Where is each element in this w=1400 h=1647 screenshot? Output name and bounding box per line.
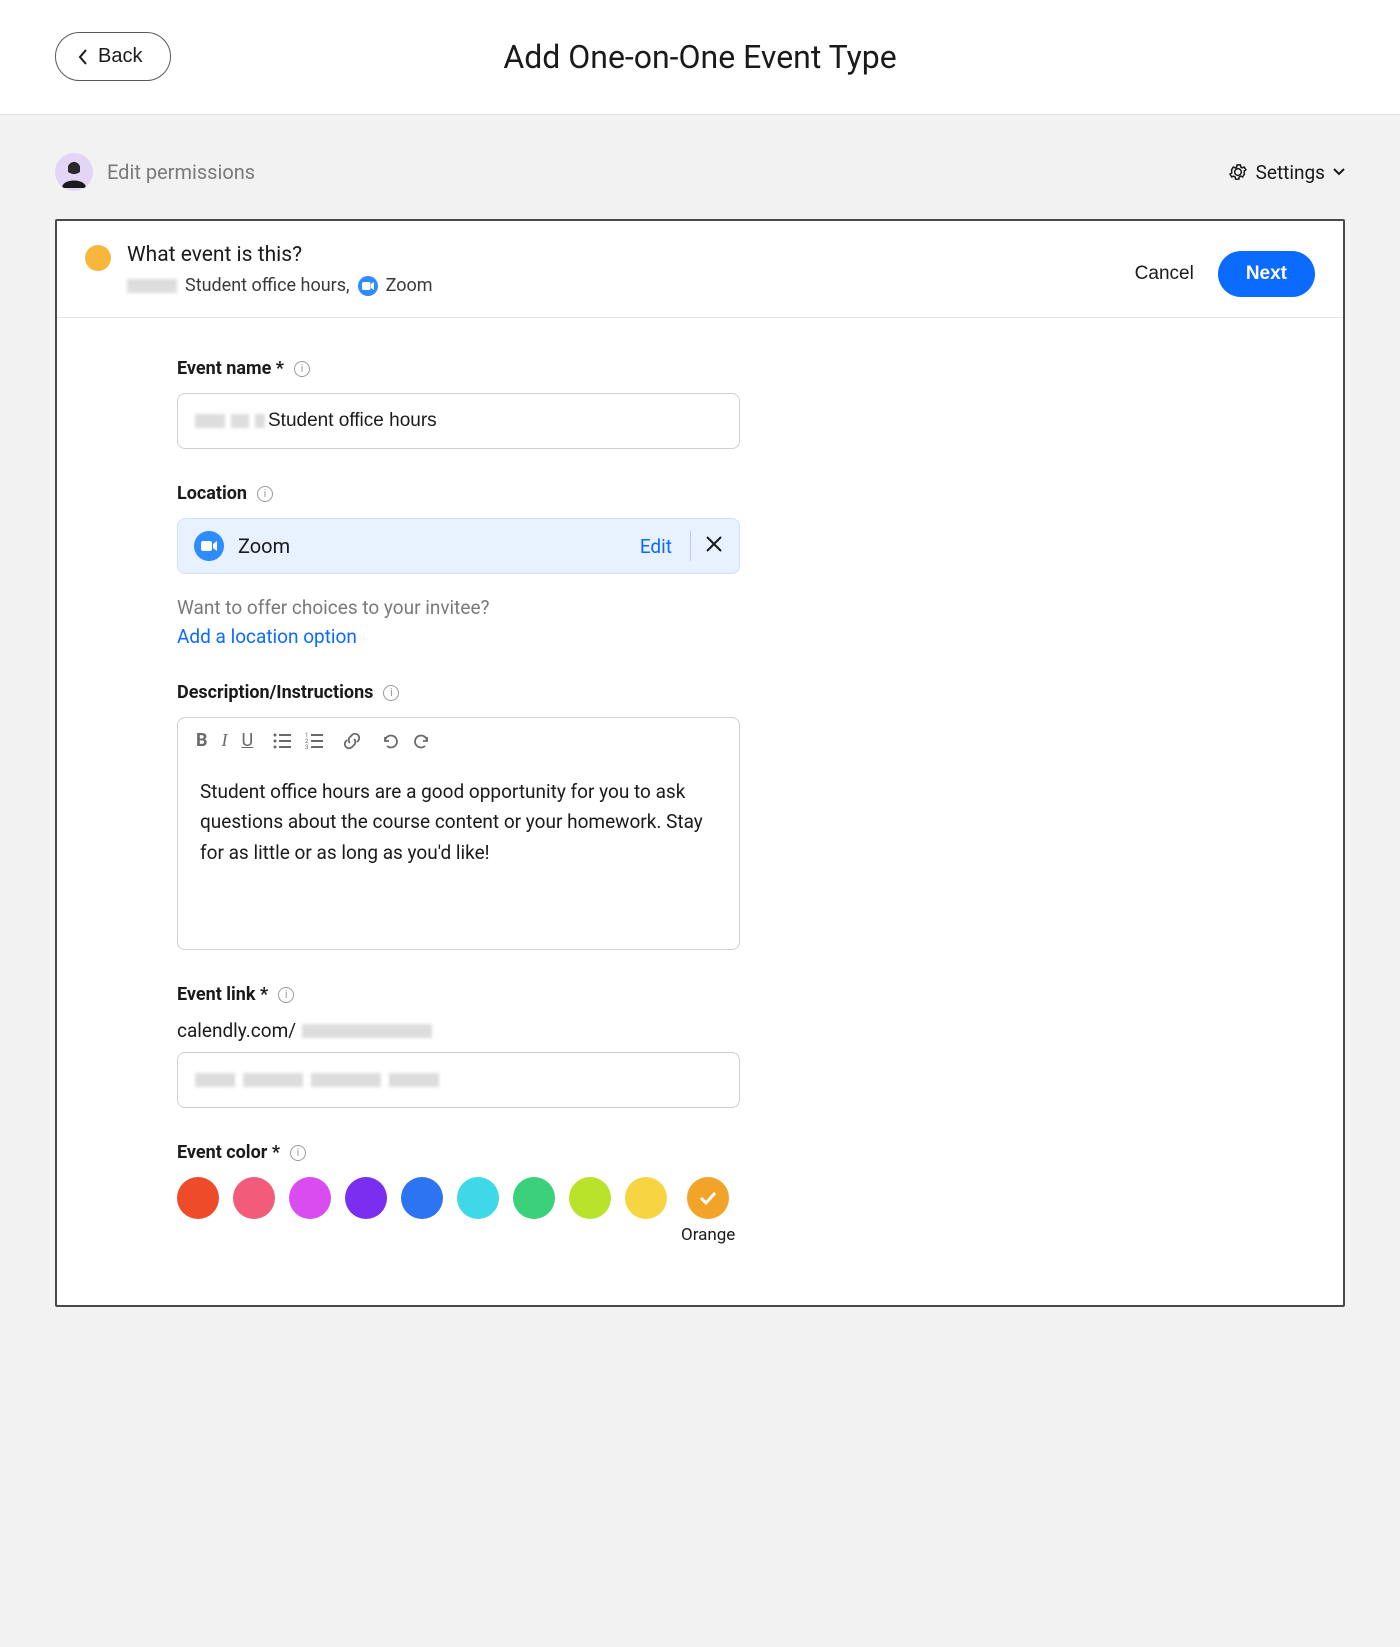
- info-icon[interactable]: i: [294, 361, 310, 377]
- description-textarea[interactable]: Student office hours are a good opportun…: [178, 759, 739, 949]
- avatar-icon: [58, 156, 90, 188]
- description-field: Description/Instructions i B I U: [177, 682, 740, 950]
- add-location-link[interactable]: Add a location option: [177, 625, 357, 648]
- edit-permissions-link[interactable]: Edit permissions: [107, 160, 255, 184]
- card-header-subtitle: Student office hours, Zoom: [127, 275, 433, 296]
- settings-label: Settings: [1256, 161, 1325, 184]
- italic-button[interactable]: I: [222, 730, 228, 751]
- color-swatch-cyan[interactable]: [457, 1177, 499, 1219]
- underline-button[interactable]: U: [242, 730, 254, 751]
- color-swatch-yellow[interactable]: [625, 1177, 667, 1219]
- svg-text:3: 3: [305, 744, 308, 750]
- topbar: Back Add One-on-One Event Type: [0, 0, 1400, 115]
- summary-location: Zoom: [386, 275, 433, 296]
- info-icon[interactable]: i: [257, 486, 273, 502]
- location-name: Zoom: [238, 534, 290, 558]
- event-color-dot: [85, 245, 111, 271]
- color-swatch-orange[interactable]: [687, 1177, 729, 1219]
- link-button[interactable]: [343, 732, 361, 750]
- location-selected: Zoom Edit: [177, 518, 740, 574]
- next-button[interactable]: Next: [1218, 251, 1315, 297]
- rich-text-editor: B I U 123: [177, 717, 740, 950]
- color-selected-label: Orange: [681, 1225, 735, 1245]
- color-swatch-blue[interactable]: [401, 1177, 443, 1219]
- content-area: Edit permissions Settings What event is …: [0, 115, 1400, 1347]
- cancel-button[interactable]: Cancel: [1135, 263, 1194, 285]
- undo-button[interactable]: [381, 732, 399, 750]
- gear-icon: [1228, 162, 1248, 182]
- back-label: Back: [98, 45, 142, 68]
- color-options: Orange: [177, 1177, 1283, 1245]
- back-button[interactable]: Back: [55, 32, 171, 81]
- color-swatch-lime[interactable]: [569, 1177, 611, 1219]
- event-name-label: Event name * i: [177, 358, 740, 379]
- permissions-left: Edit permissions: [55, 153, 255, 191]
- event-card: What event is this? Student office hours…: [55, 219, 1345, 1307]
- location-field: Location i Zoom Edit: [177, 483, 740, 648]
- info-icon[interactable]: i: [278, 987, 294, 1003]
- event-link-prefix: calendly.com/: [177, 1019, 740, 1042]
- redacted-text: [127, 279, 177, 293]
- color-swatch-green[interactable]: [513, 1177, 555, 1219]
- location-edit-link[interactable]: Edit: [640, 535, 690, 558]
- avatar: [55, 153, 93, 191]
- page-bottom-spacer: [0, 1347, 1400, 1647]
- close-icon: [705, 535, 723, 553]
- event-color-field: Event color * i Orange: [177, 1142, 1283, 1245]
- chevron-left-icon: [78, 49, 88, 65]
- redacted-text: [302, 1024, 432, 1038]
- card-header-actions: Cancel Next: [1135, 251, 1315, 297]
- location-remove-button[interactable]: [705, 535, 723, 557]
- permissions-row: Edit permissions Settings: [55, 153, 1345, 191]
- redo-button[interactable]: [413, 732, 431, 750]
- event-color-label: Event color * i: [177, 1142, 1283, 1163]
- summary-event-name: Student office hours,: [185, 275, 350, 296]
- location-hint: Want to offer choices to your invitee?: [177, 596, 740, 619]
- event-link-field: Event link * i calendly.com/: [177, 984, 740, 1108]
- description-label: Description/Instructions i: [177, 682, 740, 703]
- chevron-down-icon: [1333, 168, 1345, 176]
- zoom-icon: [358, 276, 378, 296]
- event-name-field: Event name * i: [177, 358, 740, 449]
- color-swatch-magenta[interactable]: [289, 1177, 331, 1219]
- check-icon: [697, 1187, 719, 1209]
- color-swatch-violet[interactable]: [345, 1177, 387, 1219]
- zoom-icon: [194, 531, 224, 561]
- redacted-prefix: [195, 414, 265, 428]
- card-header-title: What event is this?: [127, 243, 433, 267]
- card-body: Event name * i Location i: [57, 318, 1343, 1305]
- numbered-list-button[interactable]: 123: [305, 732, 323, 750]
- rte-toolbar: B I U 123: [178, 718, 739, 759]
- divider: [690, 531, 691, 561]
- info-icon[interactable]: i: [383, 685, 399, 701]
- card-header-left: What event is this? Student office hours…: [85, 243, 433, 296]
- page-title: Add One-on-One Event Type: [503, 38, 896, 76]
- bold-button[interactable]: B: [196, 730, 208, 751]
- location-label: Location i: [177, 483, 740, 504]
- info-icon[interactable]: i: [290, 1145, 306, 1161]
- color-swatch-pink[interactable]: [233, 1177, 275, 1219]
- redacted-slug: [195, 1073, 439, 1087]
- settings-button[interactable]: Settings: [1228, 161, 1345, 184]
- color-swatch-red[interactable]: [177, 1177, 219, 1219]
- event-link-label: Event link * i: [177, 984, 740, 1005]
- card-header: What event is this? Student office hours…: [57, 221, 1343, 318]
- bullet-list-button[interactable]: [273, 732, 291, 750]
